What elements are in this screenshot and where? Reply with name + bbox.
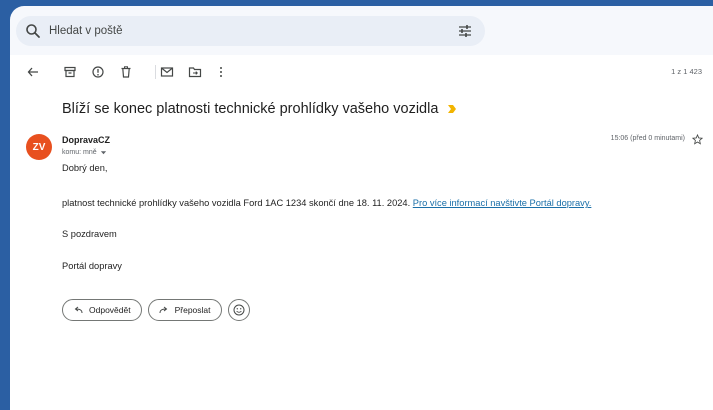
forward-button[interactable]: Přeposlat [147, 299, 222, 321]
email-body-text: platnost technické prohlídky vašeho vozi… [62, 198, 411, 208]
emoji-icon [233, 304, 245, 316]
message-pane: 1 z 1 423 Blíží se konec platnosti techn… [10, 55, 713, 410]
search-input[interactable]: Hledat v poště [49, 25, 457, 37]
message-counter: 1 z 1 423 [671, 67, 702, 76]
more-options-icon[interactable] [214, 65, 228, 79]
subject-text: Blíží se konec platnosti technické prohl… [62, 101, 439, 117]
chevron-down-icon[interactable] [100, 149, 107, 156]
recipient-info[interactable]: komu: mně [62, 149, 107, 156]
move-to-icon[interactable] [188, 65, 202, 79]
email-closing: S pozdravem [62, 229, 117, 239]
report-spam-icon[interactable] [91, 65, 105, 79]
search-options-icon[interactable] [457, 23, 473, 39]
delete-icon[interactable] [119, 65, 133, 79]
search-icon [26, 24, 40, 38]
message-toolbar: 1 z 1 423 [10, 55, 713, 89]
mail-window: Hledat v poště 1 z 1 423 Blíží se konec … [10, 6, 713, 410]
email-timestamp: 15:06 (před 0 minutami) [610, 135, 685, 142]
back-arrow-icon[interactable] [26, 65, 40, 79]
search-bar[interactable]: Hledat v poště [16, 16, 485, 46]
email-signature: Portál dopravy [62, 261, 122, 271]
reply-icon [74, 306, 83, 314]
email-subject: Blíží se konec platnosti technické prohl… [62, 101, 457, 117]
emoji-reaction-button[interactable] [227, 299, 250, 321]
sender-name[interactable]: DopravaCZ [62, 135, 110, 145]
importance-marker-icon[interactable] [447, 104, 457, 114]
email-greeting: Dobrý den, [62, 163, 108, 173]
star-icon[interactable] [692, 134, 703, 145]
forward-icon [159, 306, 167, 314]
forward-label: Přeposlat [174, 305, 211, 315]
sender-avatar[interactable]: ZV [26, 134, 52, 160]
avatar-initials: ZV [32, 141, 46, 153]
portal-link[interactable]: Pro více informací navštivte Portál dopr… [413, 198, 592, 208]
toolbar-divider [155, 65, 156, 79]
email-body: platnost technické prohlídky vašeho vozi… [62, 198, 591, 208]
reply-button[interactable]: Odpovědět [62, 299, 142, 321]
recipient-label: komu: mně [62, 149, 97, 156]
reply-label: Odpovědět [89, 305, 131, 315]
archive-icon[interactable] [63, 65, 77, 79]
message-actions: Odpovědět Přeposlat [62, 299, 250, 321]
mark-unread-icon[interactable] [160, 65, 174, 79]
